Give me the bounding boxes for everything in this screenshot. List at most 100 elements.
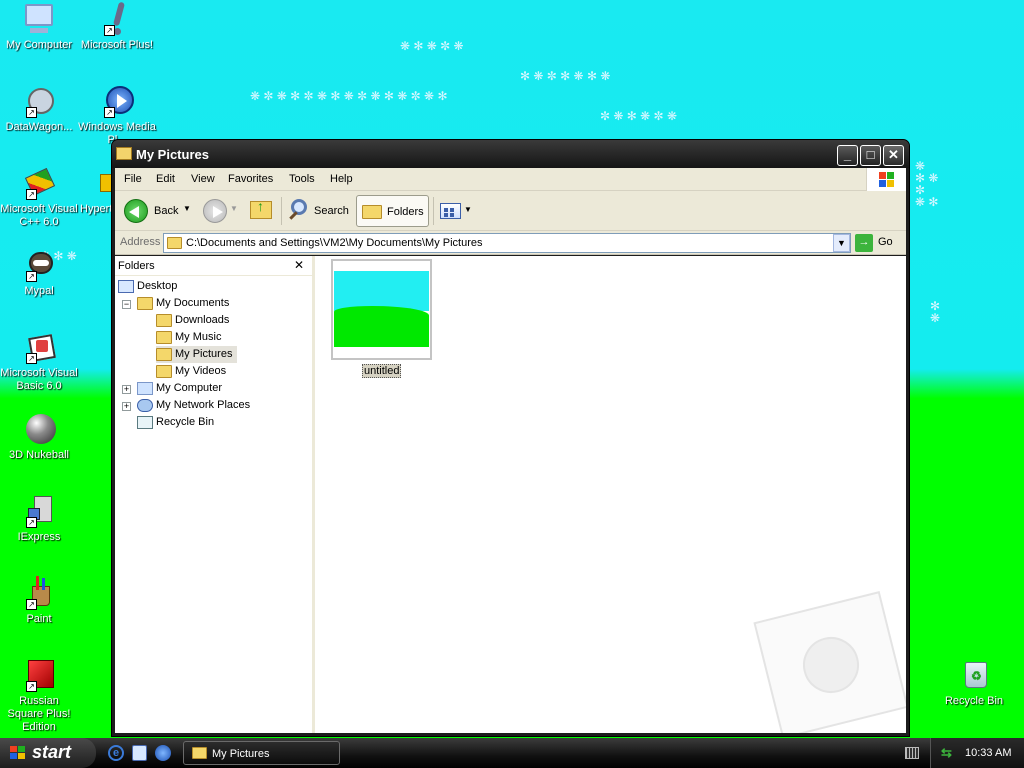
taskbar: start e My Pictures ⇆ 10:33 AM [0, 738, 1024, 768]
snowflake-decoration: ❋ ✻ ❋ ✼ ❋ [400, 39, 464, 53]
thumbnail-image [334, 271, 429, 311]
menu-view[interactable]: View [191, 173, 215, 185]
tree-item-my-computer[interactable]: My Computer [137, 380, 222, 397]
keyboard-icon[interactable] [905, 747, 919, 759]
close-button[interactable]: ✕ [883, 145, 904, 166]
menu-favorites[interactable]: Favorites [228, 173, 273, 185]
pictures-watermark-icon [753, 591, 906, 733]
folders-button[interactable]: Folders [356, 195, 429, 227]
tree-item-recycle-bin[interactable]: Recycle Bin [137, 414, 214, 431]
go-button[interactable]: → Go [855, 233, 905, 253]
views-button[interactable]: ▼ [437, 195, 472, 227]
minimize-icon: _ [843, 147, 852, 162]
desktop-icon-visual-basic[interactable]: ↗ Microsoft Visual Basic 6.0 [0, 330, 78, 393]
recycle-bin-icon: ♻ [957, 658, 991, 692]
nukeball-icon [22, 412, 56, 446]
show-desktop-icon[interactable] [132, 745, 147, 761]
desktop-icon-visual-cpp[interactable]: ↗ Microsoft Visual C++ 6.0 [0, 166, 78, 229]
tree-item-my-documents[interactable]: My Documents [137, 295, 229, 312]
start-button[interactable]: start [0, 738, 96, 768]
tree-item-downloads[interactable]: Downloads [156, 312, 229, 329]
desktop-icon-datawagon[interactable]: ↗ DataWagon... [0, 84, 78, 134]
clock[interactable]: 10:33 AM [965, 747, 1011, 759]
close-icon[interactable]: ✕ [294, 258, 304, 272]
views-dropdown-icon: ▼ [464, 205, 472, 214]
shortcut-arrow-icon: ↗ [104, 25, 115, 36]
desktop-icon-recycle-bin[interactable]: ♻ Recycle Bin [935, 658, 1013, 708]
file-name[interactable]: untitled [362, 364, 402, 378]
expand-icon[interactable]: + [122, 402, 131, 411]
back-dropdown-icon[interactable]: ▼ [183, 204, 191, 213]
search-button[interactable]: Search [285, 195, 355, 227]
snowflake-decoration: ✼ ❋ ✻ ❋ ✼ ❋ [600, 109, 677, 123]
desktop-icon-microsoft-plus[interactable]: ↗ Microsoft Plus! [78, 1, 156, 52]
file-view: untitled [318, 256, 906, 733]
desktop-icon-my-computer[interactable]: My Computer [0, 2, 78, 52]
desktop-icon-mypal[interactable]: ↗ Mypal [0, 248, 78, 298]
maximize-button[interactable]: □ [860, 145, 881, 166]
desktop-icon-windows-media-player[interactable]: ↗ Windows Media Pl... [78, 84, 156, 147]
desktop-icon-paint[interactable]: ↗ Paint [0, 576, 78, 626]
desktop-icon-3d-nukeball[interactable]: 3D Nukeball [0, 412, 78, 462]
visual-cpp-icon: ↗ [22, 166, 56, 200]
shortcut-arrow-icon: ↗ [26, 353, 37, 364]
desktop-icon-label: Recycle Bin [944, 695, 1004, 707]
forward-arrow-icon [203, 199, 227, 223]
forward-dropdown-icon[interactable]: ▼ [230, 204, 238, 213]
menu-edit[interactable]: Edit [156, 173, 175, 185]
desktop-icon-russian-square[interactable]: ↗ Russian Square Plus! Edition [0, 658, 78, 734]
tree-item-my-music[interactable]: My Music [156, 329, 221, 346]
folders-pane: Folders ✕ Desktop − My Documents Downloa… [115, 256, 315, 733]
desktop-icon-label: Mypal [24, 285, 54, 297]
folder-icon [116, 147, 132, 160]
file-thumbnail[interactable] [331, 259, 432, 360]
up-folder-icon: ↑ [250, 198, 272, 219]
tree-item-my-pictures[interactable]: My Pictures [156, 346, 238, 363]
media-player-icon[interactable] [155, 745, 171, 761]
minimize-button[interactable]: _ [837, 145, 858, 166]
snowflake-decoration: ✻ ❋ ✼ ✻ ❋ ✻ ❋ [520, 69, 611, 83]
up-folder-button[interactable]: ↑ [247, 195, 277, 227]
taskbar-item-my-pictures[interactable]: My Pictures [183, 741, 340, 765]
address-dropdown-button[interactable]: ▼ [833, 234, 850, 252]
desktop-icon-iexpress[interactable]: ↗ IExpress [0, 494, 78, 544]
desktop-icon-label: 3D Nukeball [9, 449, 69, 461]
internet-explorer-icon[interactable]: e [108, 745, 124, 761]
folders-pane-header: Folders ✕ [115, 256, 312, 276]
windows-logo-icon [866, 168, 906, 191]
address-label: Address [120, 236, 161, 248]
back-button[interactable]: Back ▼ [120, 195, 195, 227]
shortcut-arrow-icon: ↗ [26, 681, 37, 692]
menu-help[interactable]: Help [330, 173, 353, 185]
shortcut-arrow-icon: ↗ [104, 107, 115, 118]
address-bar: Address C:\Documents and Settings\VM2\My… [115, 231, 906, 255]
window-body: Folders ✕ Desktop − My Documents Downloa… [115, 256, 906, 733]
shortcut-arrow-icon: ↗ [26, 189, 37, 200]
back-label: Back [154, 205, 179, 217]
address-input[interactable]: C:\Documents and Settings\VM2\My Documen… [163, 233, 851, 253]
tree-item-desktop[interactable]: Desktop [118, 278, 177, 295]
desktop-icon-label: Microsoft Visual Basic 6.0 [0, 367, 78, 392]
desktop-icon-hyperterminal[interactable]: Hypert... [68, 166, 113, 216]
russian-square-icon: ↗ [22, 658, 56, 692]
tree-item-label: Desktop [137, 280, 178, 292]
mypal-icon: ↗ [22, 248, 56, 282]
taskbar-item-label: My Pictures [212, 748, 270, 760]
menu-tools[interactable]: Tools [289, 173, 315, 185]
go-label: Go [878, 236, 893, 248]
tree-item-my-network-places[interactable]: My Network Places [137, 397, 250, 414]
tree-item-label: Recycle Bin [156, 416, 215, 428]
network-tray-icon[interactable]: ⇆ [941, 745, 955, 760]
title-bar[interactable]: My Pictures _ □ ✕ [112, 140, 909, 168]
go-arrow-icon: → [855, 234, 873, 252]
tree-item-my-videos[interactable]: My Videos [156, 363, 226, 380]
forward-button[interactable]: ▼ [199, 195, 241, 227]
desktop-icon-label: DataWagon... [5, 121, 73, 133]
expand-icon[interactable]: + [122, 385, 131, 394]
toolbar: Back ▼ ▼ ↑ Search Folders ▼ [115, 191, 906, 231]
maximize-icon: □ [866, 147, 875, 162]
collapse-icon[interactable]: − [122, 300, 131, 309]
address-path: C:\Documents and Settings\VM2\My Documen… [186, 237, 483, 249]
menu-file[interactable]: File [124, 173, 142, 185]
music-folder-icon [156, 330, 172, 344]
